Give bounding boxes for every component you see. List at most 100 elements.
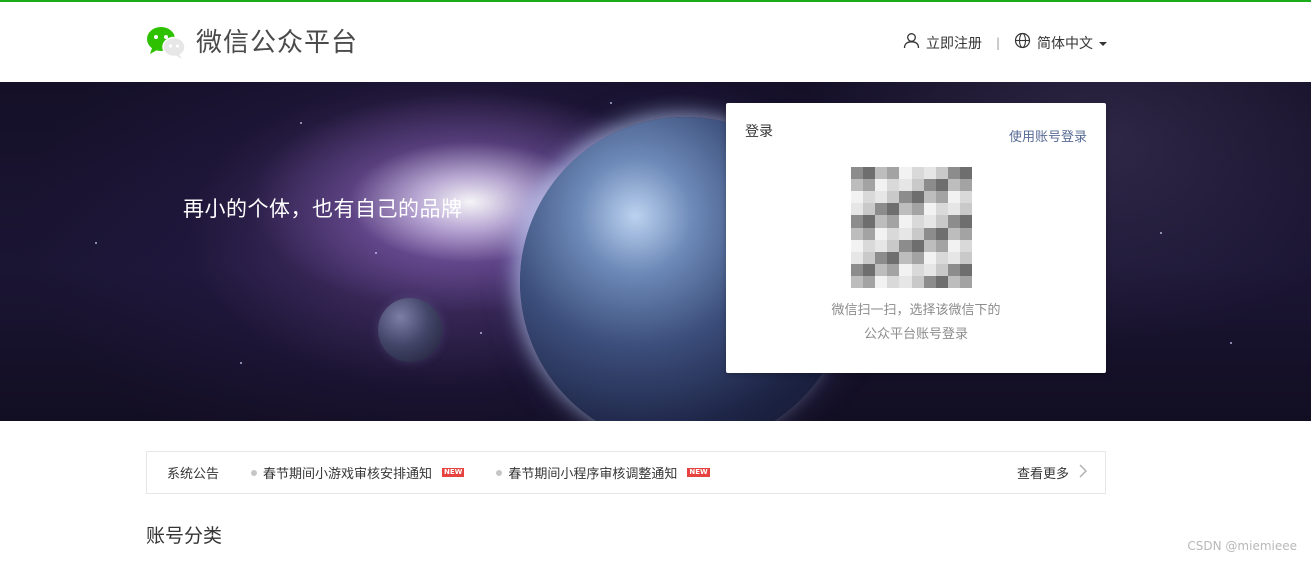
logo-text: 微信公众平台 [196, 28, 359, 58]
qr-cell [887, 227, 900, 240]
view-more-label: 查看更多 [1016, 467, 1069, 482]
qr-cell [899, 179, 912, 192]
star-decoration [95, 242, 97, 244]
qr-cell [935, 251, 948, 264]
small-planet-image [378, 298, 442, 362]
star-decoration [1160, 232, 1162, 234]
qr-cell [923, 251, 936, 264]
new-badge: NEW [442, 468, 465, 477]
qr-cell [887, 203, 900, 216]
new-badge: NEW [687, 468, 710, 477]
language-selector[interactable]: 简体中文 [1014, 32, 1107, 53]
qr-cell [851, 215, 864, 228]
qr-cell [911, 167, 924, 180]
qr-cell [899, 275, 912, 288]
qr-tip-line-1: 微信扫一扫，选择该微信下的 [831, 303, 1001, 318]
qr-cell [911, 203, 924, 216]
qr-cell [947, 215, 960, 228]
qr-cell [875, 215, 888, 228]
qr-instructions: 微信扫一扫，选择该微信下的 公众平台账号登录 [726, 299, 1106, 347]
qr-cell [911, 179, 924, 192]
star-decoration [480, 332, 482, 334]
qr-cell [947, 263, 960, 276]
qr-cell [875, 275, 888, 288]
notice-label: 系统公告 [167, 467, 220, 482]
wechat-logo-icon [146, 26, 186, 60]
qr-cell [947, 167, 960, 180]
qr-cell [947, 191, 960, 204]
notice-item[interactable]: 春节期间小游戏审核安排通知 NEW [251, 463, 465, 482]
qr-cell [851, 251, 864, 264]
bullet-dot-icon [496, 469, 503, 476]
qr-cell [875, 251, 888, 264]
qr-cell [863, 191, 876, 204]
qr-cell [923, 263, 936, 276]
qr-cell [863, 275, 876, 288]
qr-cell [947, 227, 960, 240]
qr-cell [899, 203, 912, 216]
chevron-right-icon [1069, 463, 1088, 482]
qr-cell [899, 167, 912, 180]
section-title: 账号分类 [146, 525, 223, 547]
qr-cell [947, 239, 960, 252]
login-panel: 登录 使用账号登录 微信扫一扫，选择该微信下的 公众平台账号登录 [726, 103, 1106, 373]
qr-cell [935, 263, 948, 276]
qr-cell [875, 179, 888, 192]
qr-cell [911, 227, 924, 240]
qr-cell [911, 275, 924, 288]
qr-cell [899, 215, 912, 228]
qr-cell [923, 239, 936, 252]
qr-cell [887, 215, 900, 228]
qr-cell [875, 203, 888, 216]
qr-cell [959, 179, 972, 192]
qr-cell [923, 227, 936, 240]
qr-cell [959, 239, 972, 252]
banner-slogan: 再小的个体，也有自己的品牌 [183, 197, 463, 221]
qr-cell [935, 179, 948, 192]
star-decoration [240, 362, 242, 364]
qr-cell [959, 167, 972, 180]
qr-cell [947, 251, 960, 264]
qr-cell [959, 215, 972, 228]
notice-item[interactable]: 春节期间小程序审核调整通知 NEW [496, 463, 710, 482]
qr-cell [899, 251, 912, 264]
header: 微信公众平台 立即注册 | 简体中文 [0, 2, 1311, 82]
qr-cell [935, 227, 948, 240]
qr-cell [923, 191, 936, 204]
qr-cell [851, 263, 864, 276]
qr-cell [935, 239, 948, 252]
logo[interactable]: 微信公众平台 [146, 26, 358, 60]
qr-cell [947, 179, 960, 192]
qr-cell [875, 227, 888, 240]
qr-cell [923, 275, 936, 288]
register-link[interactable]: 立即注册 [903, 32, 982, 53]
qr-cell [887, 179, 900, 192]
qr-cell [887, 263, 900, 276]
qr-cell [851, 239, 864, 252]
account-login-link[interactable]: 使用账号登录 [1009, 126, 1087, 145]
qr-cell [911, 263, 924, 276]
qr-cell [851, 203, 864, 216]
qr-cell [851, 227, 864, 240]
qr-cell [923, 179, 936, 192]
qr-code [851, 167, 972, 288]
qr-tip-line-2: 公众平台账号登录 [863, 327, 968, 342]
qr-cell [863, 215, 876, 228]
qr-cell [863, 203, 876, 216]
qr-cell [911, 251, 924, 264]
qr-cell [899, 191, 912, 204]
qr-cell [863, 167, 876, 180]
globe-icon [1014, 32, 1037, 53]
notice-text: 春节期间小程序审核调整通知 [508, 467, 678, 482]
star-decoration [610, 102, 612, 104]
qr-cell [887, 275, 900, 288]
qr-cell [959, 251, 972, 264]
view-more-link[interactable]: 查看更多 [1016, 452, 1088, 493]
header-separator: | [995, 35, 1000, 50]
qr-cell [875, 191, 888, 204]
notice-bar: 系统公告 春节期间小游戏审核安排通知 NEW 春节期间小程序审核调整通知 NEW… [146, 451, 1106, 494]
star-decoration [375, 252, 377, 254]
hero-banner: 再小的个体，也有自己的品牌 登录 使用账号登录 微信扫一扫，选择该微信下的 公众… [0, 82, 1311, 421]
user-icon [903, 32, 926, 53]
chevron-down-icon [1099, 41, 1107, 46]
